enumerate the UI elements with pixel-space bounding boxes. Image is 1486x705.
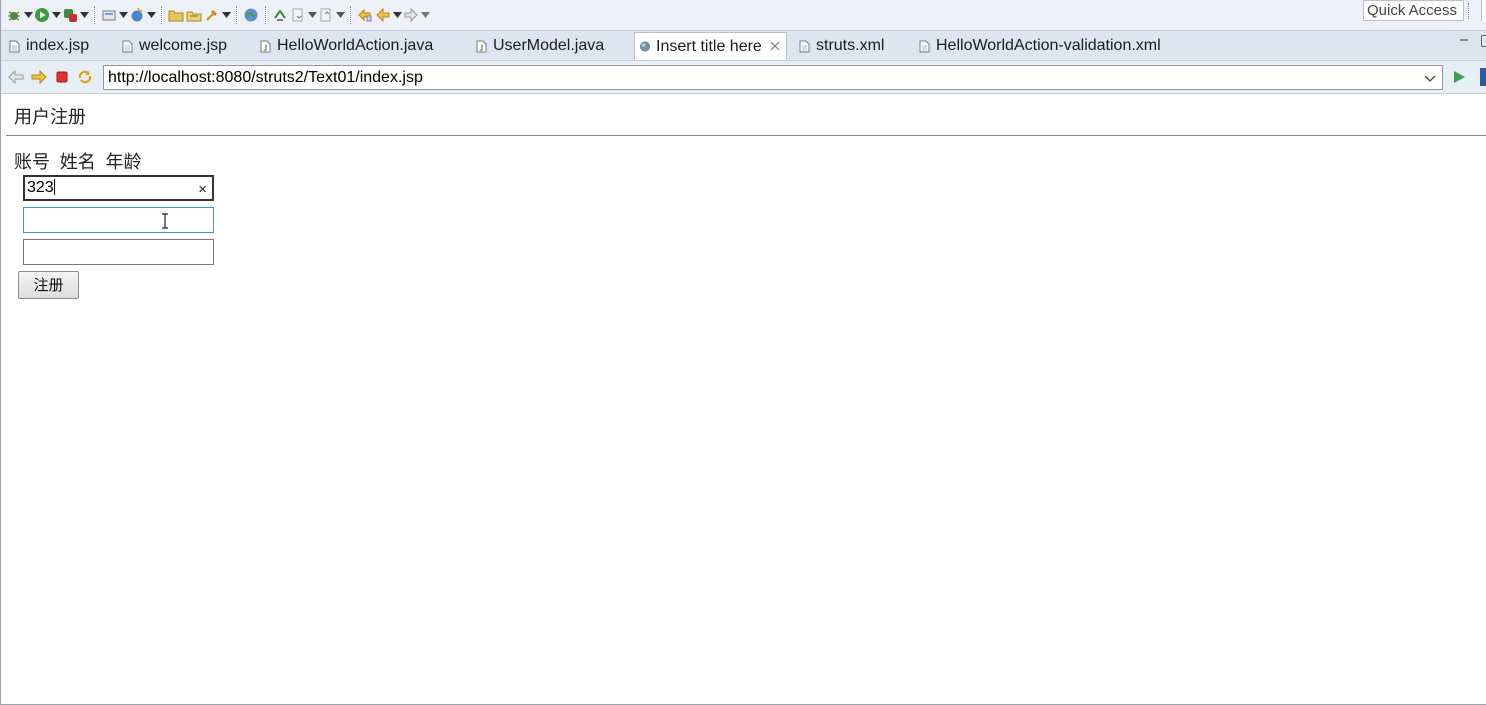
web-browser-icon[interactable]	[242, 6, 260, 24]
external-tools-icon[interactable]	[61, 6, 79, 24]
name-label: 姓名	[59, 152, 96, 173]
page-content: 用户注册 账号 姓名 年龄 323 × 注册	[1, 95, 1486, 704]
page-title: 用户注册	[14, 107, 86, 128]
tab-helloworldaction-java[interactable]: HelloWorldAction.java	[260, 32, 433, 60]
globe-icon	[639, 40, 651, 54]
toolbar-separator	[161, 6, 162, 24]
back-icon[interactable]	[374, 6, 392, 24]
name-input[interactable]	[23, 207, 214, 233]
register-button[interactable]: 注册	[18, 271, 79, 299]
toolbar-separator	[236, 6, 237, 24]
chevron-down-icon[interactable]	[392, 6, 402, 24]
chevron-down-icon[interactable]	[335, 6, 345, 24]
clear-icon[interactable]: ×	[198, 179, 207, 201]
chevron-down-icon[interactable]	[221, 6, 231, 24]
browser-nav-bar: http://localhost:8080/struts2/Text01/ind…	[1, 60, 1486, 94]
chevron-down-icon[interactable]	[420, 6, 430, 24]
url-text[interactable]: http://localhost:8080/struts2/Text01/ind…	[104, 69, 423, 87]
text-caret	[53, 179, 55, 195]
age-input[interactable]	[23, 239, 214, 265]
chevron-down-icon[interactable]	[118, 6, 128, 24]
account-input[interactable]: 323 ×	[23, 175, 214, 201]
open-folder-icon[interactable]	[167, 6, 185, 24]
debug-icon[interactable]	[5, 6, 23, 24]
account-value: 323	[27, 179, 54, 196]
new-wizard-icon[interactable]	[128, 6, 146, 24]
chevron-down-icon[interactable]	[1424, 73, 1436, 83]
maximize-icon[interactable]	[1481, 35, 1486, 47]
tab-label: HelloWorldAction-validation.xml	[936, 37, 1161, 54]
tab-welcome-jsp[interactable]: welcome.jsp	[122, 32, 227, 60]
toolbar-separator	[350, 6, 351, 24]
go-icon[interactable]	[1452, 70, 1466, 84]
jsp-file-icon	[9, 39, 21, 53]
tab-label: Insert title here	[656, 37, 762, 55]
tab-usermodel-java[interactable]: UserModel.java	[476, 32, 604, 60]
next-annotation-icon[interactable]	[289, 6, 307, 24]
tab-insert-title-here[interactable]: Insert title here	[634, 32, 787, 60]
prev-annotation-icon[interactable]	[317, 6, 335, 24]
new-server-icon[interactable]	[100, 6, 118, 24]
tab-label: HelloWorldAction.java	[277, 37, 434, 54]
tab-label: welcome.jsp	[139, 37, 228, 54]
chevron-down-icon[interactable]	[23, 6, 33, 24]
field-labels: 账号 姓名 年龄	[14, 148, 145, 174]
java-file-icon	[476, 39, 488, 53]
perspective-switcher[interactable]	[1481, 0, 1486, 21]
back-icon[interactable]	[8, 69, 24, 85]
tab-struts-xml[interactable]: struts.xml	[799, 32, 884, 60]
url-bar[interactable]: http://localhost:8080/struts2/Text01/ind…	[103, 65, 1443, 90]
stop-icon[interactable]	[54, 69, 70, 85]
run-icon[interactable]	[33, 6, 51, 24]
refresh-icon[interactable]	[77, 69, 93, 85]
refresh-icon[interactable]	[271, 6, 289, 24]
divider	[6, 135, 1486, 136]
chevron-down-icon[interactable]	[79, 6, 89, 24]
close-icon[interactable]	[770, 39, 780, 54]
search-icon[interactable]	[203, 6, 221, 24]
toolbar-separator	[265, 6, 266, 24]
toolbar-separator	[94, 6, 95, 24]
xml-file-icon	[919, 39, 931, 53]
tab-label: UserModel.java	[493, 37, 605, 54]
browser-menu-icon[interactable]	[1480, 68, 1486, 86]
browser-window: Quick Access index.jsp welcome.jsp Hello…	[0, 0, 1486, 705]
text-cursor-icon	[162, 213, 168, 229]
quick-access-input[interactable]: Quick Access	[1363, 0, 1464, 21]
last-edit-icon[interactable]	[356, 6, 374, 24]
chevron-down-icon[interactable]	[146, 6, 156, 24]
jsp-file-icon	[122, 39, 134, 53]
forward-icon[interactable]	[31, 69, 47, 85]
java-file-icon	[260, 39, 272, 53]
xml-file-icon	[799, 39, 811, 53]
minimize-icon[interactable]	[1459, 35, 1469, 45]
tab-index-jsp[interactable]: index.jsp	[9, 32, 89, 60]
forward-icon[interactable]	[402, 6, 420, 24]
tab-label: index.jsp	[26, 37, 90, 54]
main-toolbar	[1, 0, 1486, 30]
open-task-icon[interactable]	[185, 6, 203, 24]
tab-label: struts.xml	[816, 37, 885, 54]
account-label: 账号	[14, 152, 50, 173]
toolbar-separator	[1468, 3, 1469, 19]
age-label: 年龄	[105, 152, 142, 173]
tab-helloworldaction-validation-xml[interactable]: HelloWorldAction-validation.xml	[919, 32, 1161, 60]
chevron-down-icon[interactable]	[307, 6, 317, 24]
editor-tab-bar: index.jsp welcome.jsp HelloWorldAction.j…	[1, 30, 1486, 60]
chevron-down-icon[interactable]	[51, 6, 61, 24]
